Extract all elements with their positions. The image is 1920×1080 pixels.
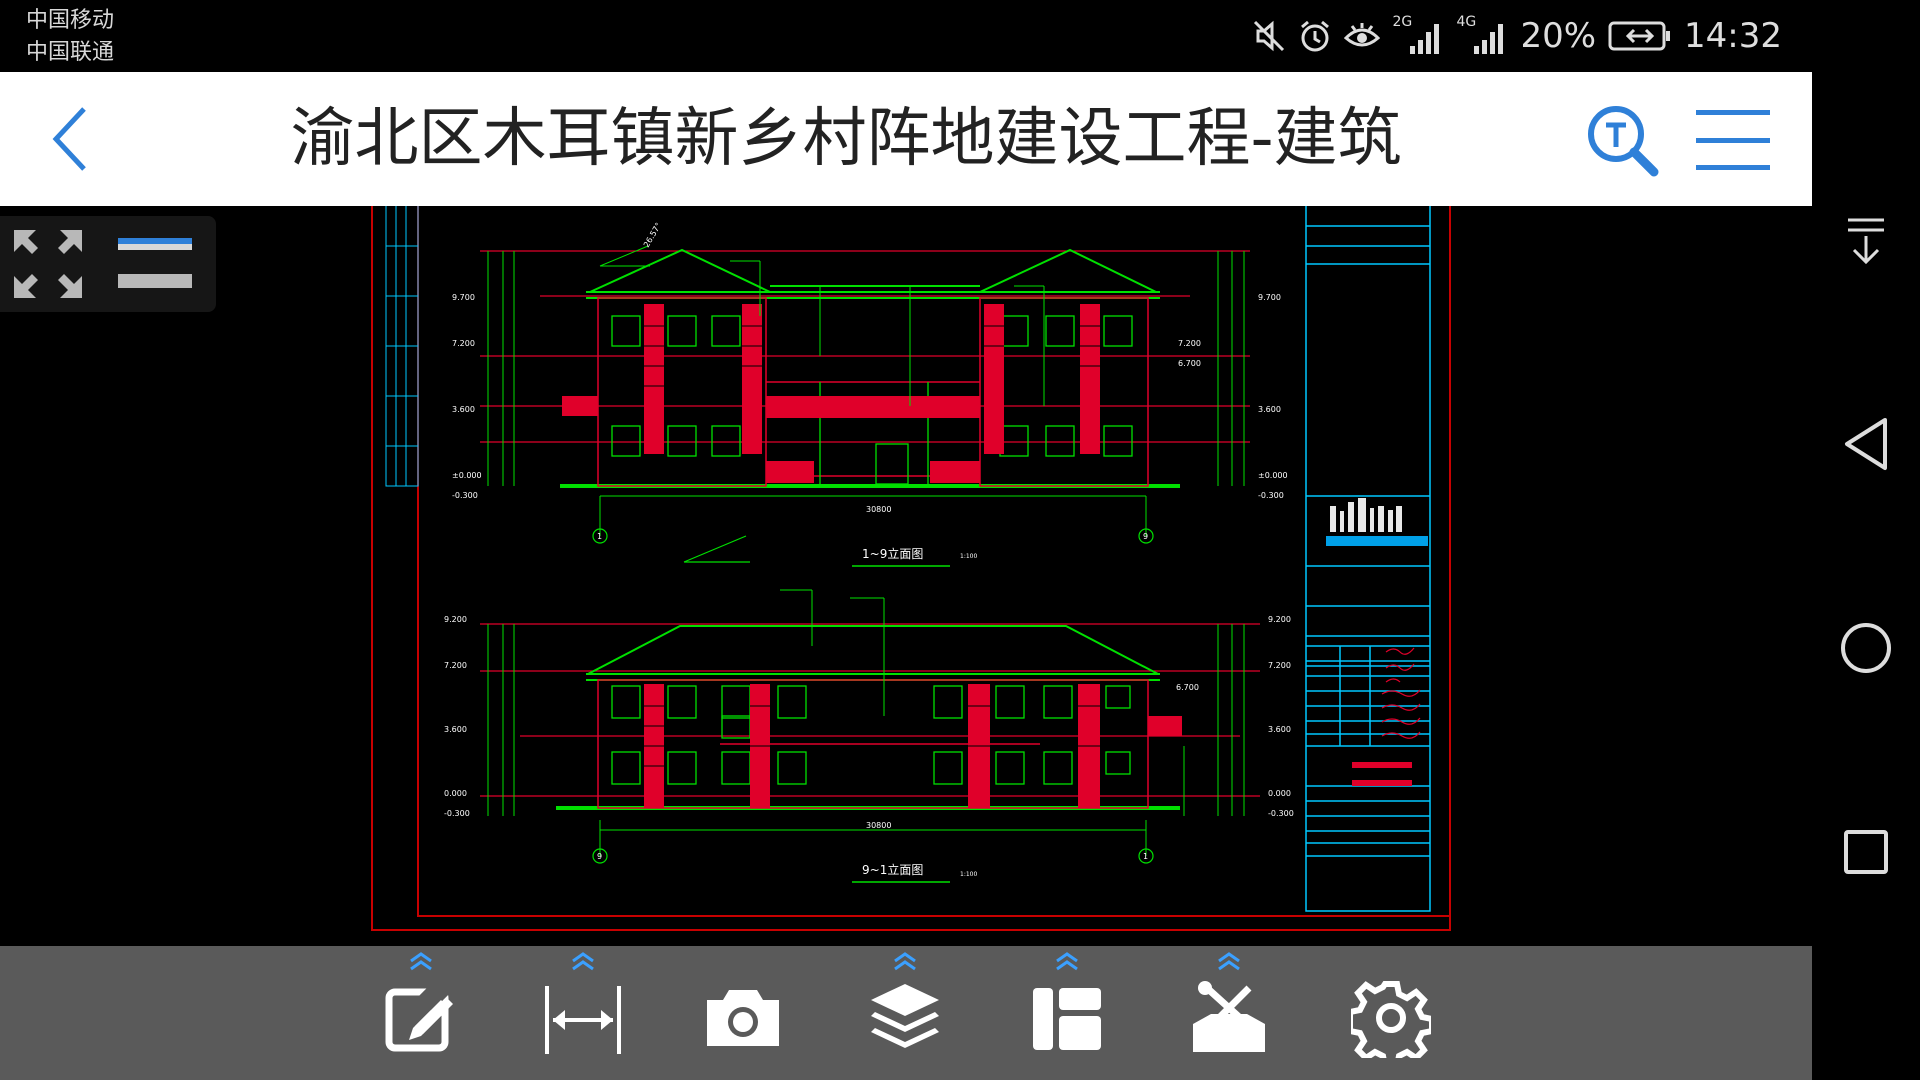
- level-top-right-1: 7.200: [1178, 339, 1201, 348]
- carrier-name-1: 中国移动: [26, 8, 115, 33]
- axis-label-1: 1: [597, 532, 602, 541]
- cad-drawing: 30800 1 9 26.57° 9.700 7.200 3.600 ±0.00…: [371, 206, 1451, 931]
- chevron-left-icon: [52, 107, 86, 171]
- level-top-1: 7.200: [452, 339, 475, 348]
- view-toggle-panel: [0, 216, 216, 312]
- axis-label-1b: 1: [1143, 852, 1148, 861]
- drawing-name-block: [1352, 780, 1412, 786]
- layout-tool-button[interactable]: [1012, 946, 1122, 1080]
- status-bar: 中国移动 中国联通 2G 4G 20% 14:32: [0, 0, 1812, 72]
- level-bottom-right-3: 3.600: [1268, 725, 1291, 734]
- signal-2g-icon: 2G: [1392, 14, 1444, 56]
- annotate-icon: [385, 978, 461, 1052]
- alarm-icon: [1301, 20, 1330, 52]
- elevation-1: [480, 245, 1250, 567]
- notification-pull-button[interactable]: [1834, 210, 1898, 274]
- level-top-3: 3.600: [452, 405, 475, 414]
- recents-square-icon: [1844, 830, 1888, 874]
- home-circle-icon: [1841, 623, 1891, 673]
- battery-percent: 20%: [1520, 16, 1597, 56]
- level-top-0: 9.700: [452, 293, 475, 302]
- mute-icon: [1254, 20, 1285, 52]
- revision-column: [385, 206, 419, 487]
- measure-tool-button[interactable]: [528, 946, 638, 1080]
- elevation-2: [480, 589, 1260, 883]
- nav-back-button[interactable]: [1834, 412, 1898, 476]
- chevron-up-icon: [572, 952, 594, 971]
- elevation-1-scale: 1:100: [960, 553, 977, 560]
- drawing-frame-outer: [371, 206, 1451, 931]
- level-bottom-5: -0.300: [444, 809, 470, 818]
- carrier-name-2: 中国联通: [26, 40, 115, 65]
- settings-tool-button[interactable]: [1336, 946, 1446, 1080]
- camera-icon: [707, 990, 779, 1046]
- dim-total-2: 30800: [866, 821, 891, 830]
- elevation-2-labels: 30800 9 1 9.200 7.200 3.600 0.000 -0.300…: [444, 615, 1294, 861]
- bottom-toolbar: [0, 946, 1812, 1080]
- level-bottom-right-5: -0.300: [1268, 809, 1294, 818]
- dim-total-1: 30800: [866, 505, 891, 514]
- clock: 14:32: [1684, 16, 1782, 56]
- nav-home-button[interactable]: [1834, 616, 1898, 680]
- slope-note-1: 26.57°: [642, 221, 663, 249]
- elevation-1-title: 1~9立面图: [862, 546, 923, 561]
- layout-icon: [1033, 988, 1101, 1050]
- level-bottom-right-2: 6.700: [1176, 683, 1199, 692]
- company-logo: [1326, 498, 1428, 546]
- page-title: 渝北区木耳镇新乡村阵地建设工程-建筑: [290, 102, 1402, 176]
- level-bottom-right-0: 9.200: [1268, 615, 1291, 624]
- text-search-button[interactable]: [1584, 102, 1660, 178]
- layout-bars-icon: [118, 238, 192, 288]
- annotate-tool-button[interactable]: [366, 946, 476, 1080]
- axis-label-9b: 9: [597, 852, 602, 861]
- elevation-2-scale: 1:100: [960, 871, 977, 878]
- system-navigation-bar: [1812, 0, 1920, 1080]
- level-bottom-right-1: 7.200: [1268, 661, 1291, 670]
- elevation-2-title: 9~1立面图: [862, 862, 923, 877]
- settings-icon: [1351, 981, 1431, 1058]
- notification-down-icon: [1848, 218, 1884, 265]
- layout-bars-button[interactable]: [116, 232, 194, 292]
- toolbox-tool-button[interactable]: [1174, 946, 1284, 1080]
- level-bottom-4: 0.000: [444, 789, 467, 798]
- level-bottom-right-4: 0.000: [1268, 789, 1291, 798]
- level-bottom-3: 3.600: [444, 725, 467, 734]
- axis-label-9: 9: [1143, 532, 1148, 541]
- hamburger-menu-icon: [1696, 110, 1770, 170]
- app-header: 渝北区木耳镇新乡村阵地建设工程-建筑: [0, 72, 1812, 206]
- chevron-up-icon: [410, 952, 432, 971]
- chevron-up-icon: [1218, 952, 1240, 971]
- layers-tool-button[interactable]: [850, 946, 960, 1080]
- level-top-5: -0.300: [452, 491, 478, 500]
- level-bottom-1: 7.200: [444, 661, 467, 670]
- eye-comfort-icon: [1344, 23, 1381, 47]
- drawing-canvas[interactable]: 30800 1 9 26.57° 9.700 7.200 3.600 ±0.00…: [0, 206, 1812, 946]
- level-top-right-5: -0.300: [1258, 491, 1284, 500]
- menu-button[interactable]: [1694, 102, 1772, 178]
- level-top-right-2: 6.700: [1178, 359, 1201, 368]
- chevron-up-icon: [894, 952, 916, 971]
- level-top-right-3: 3.600: [1258, 405, 1281, 414]
- text-search-icon: [1588, 106, 1659, 177]
- level-top-right-4: ±0.000: [1258, 471, 1288, 480]
- back-button[interactable]: [30, 98, 112, 180]
- chevron-up-icon: [1056, 952, 1078, 971]
- layers-icon: [871, 984, 939, 1048]
- fit-screen-button[interactable]: [12, 228, 84, 300]
- battery-charging-icon: [1608, 21, 1671, 51]
- toolbox-icon: [1193, 981, 1265, 1052]
- fit-screen-icon: [14, 230, 82, 298]
- level-bottom-0: 9.200: [444, 615, 467, 624]
- title-block: [1305, 206, 1431, 912]
- elevation-1-labels: 30800 1 9 26.57° 9.700 7.200 3.600 ±0.00…: [452, 221, 1288, 541]
- level-top-4: ±0.000: [452, 471, 482, 480]
- drawing-number-block: [1352, 762, 1412, 768]
- camera-tool-button[interactable]: [688, 946, 798, 1080]
- signal-4g-icon: 4G: [1456, 14, 1508, 56]
- back-triangle-icon: [1845, 418, 1887, 470]
- status-icons: 2G 4G 20% 14:32: [1252, 14, 1782, 58]
- level-top-right-0: 9.700: [1258, 293, 1281, 302]
- measure-icon: [545, 986, 621, 1054]
- nav-recents-button[interactable]: [1834, 820, 1898, 884]
